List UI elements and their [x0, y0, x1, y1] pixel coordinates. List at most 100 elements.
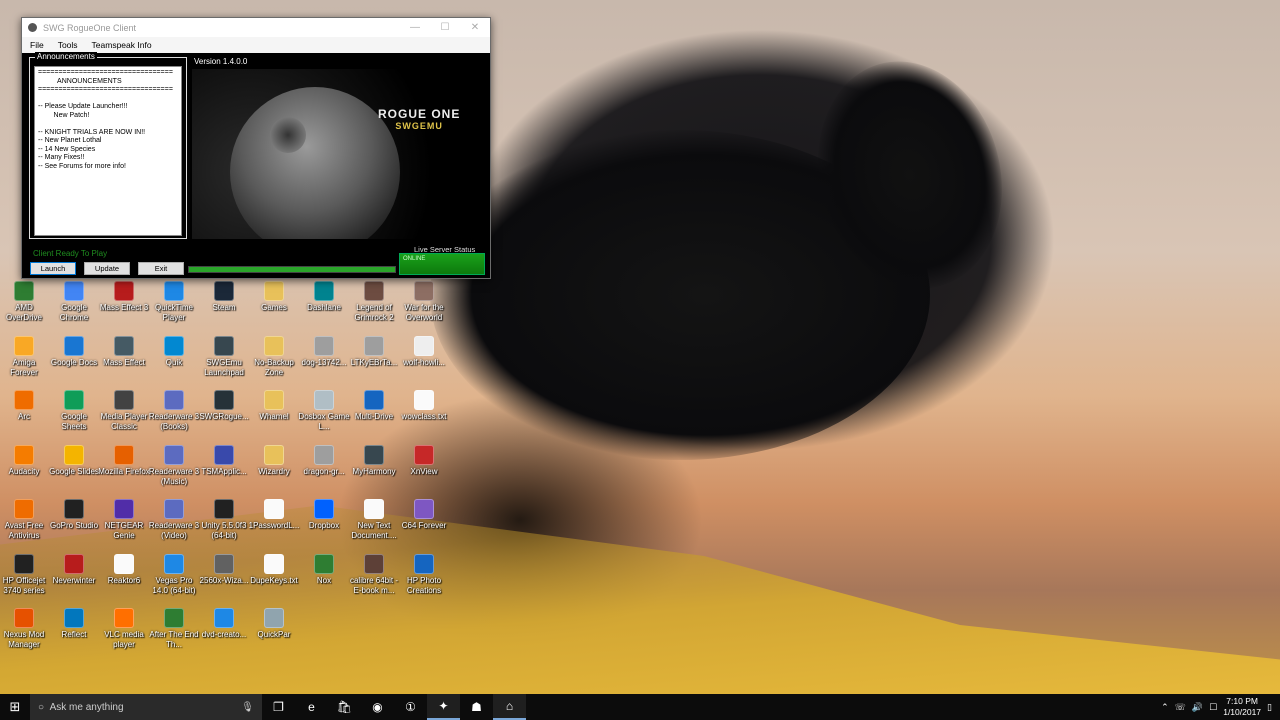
desktop-icon-unity-icon[interactable]: Unity 5.5.0f3 (64-bit) [198, 499, 250, 541]
windows-start-icon[interactable]: ⊞ [0, 694, 30, 720]
desktop-icon-steam-icon[interactable]: Steam [198, 281, 250, 313]
desktop-icon-label: AMD OverDrive [5, 303, 42, 322]
desktop-icon-quik-icon[interactable]: Quik [148, 335, 200, 368]
desktop-icon-folder-icon[interactable]: No-Backup Zone [248, 335, 300, 378]
menu-teamspeak-info[interactable]: Teamspeak Info [92, 40, 152, 50]
desktop-icon-label: Google Chrome [59, 303, 89, 322]
menu-tools[interactable]: Tools [58, 40, 78, 50]
desktop-icon-mass-effect-icon[interactable]: Mass Effect [98, 335, 150, 368]
game-taskbar-icon[interactable]: ☗ [460, 694, 493, 720]
desktop-icon-text-file-icon[interactable]: 1PasswordL... [248, 499, 300, 531]
desktop-icon-label: MyHarmony [352, 466, 396, 476]
menu-file[interactable]: File [30, 40, 44, 50]
desktop-icon-dropbox-icon[interactable]: Dropbox [298, 499, 350, 531]
desktop-icon-folder-icon[interactable]: Wizardry [248, 444, 300, 477]
desktop-icon-vegas-icon[interactable]: Vegas Pro 14.0 (64-bit) [148, 553, 200, 596]
desktop-icon-image-file-icon[interactable]: 2560x-Wiza... [198, 553, 250, 586]
desktop-icon-reaktor-icon[interactable]: Reaktor6 [98, 553, 150, 586]
desktop-icon-firefox-icon[interactable]: Mozilla Firefox [98, 444, 150, 477]
announcements-text[interactable]: ================================= ANNOUN… [34, 66, 182, 236]
desktop-icon-nox-icon[interactable]: Nox [298, 553, 350, 586]
desktop-icon-neverwinter-icon[interactable]: Neverwinter [48, 553, 100, 586]
desktop-icon-label: 1PasswordL... [248, 521, 300, 530]
desktop-icon-nexus-icon[interactable]: Nexus Mod Manager [0, 608, 50, 650]
desktop-icon-text-file-icon[interactable]: wowclass.txt [398, 390, 450, 422]
desktop-icon-readerware-icon[interactable]: Readerware 3 (Music) [148, 444, 200, 487]
desktop-icon-vlc-icon[interactable]: VLC media player [98, 608, 150, 650]
store-icon[interactable]: 🛍 [328, 694, 361, 720]
desktop-icon-label: SWGRogue... [199, 412, 249, 421]
search-box[interactable]: ○ Ask me anything 🎙 [30, 694, 262, 720]
desktop-icon-text-file-icon[interactable]: New Text Document.... [348, 499, 400, 541]
desktop-icon-multi-drive-icon[interactable]: Multi-Drive [348, 390, 400, 422]
desktop-icon-wftow-icon[interactable]: War for the Overworld [398, 281, 450, 323]
launcher-window[interactable]: SWG RogueOne Client — ☐ ✕ File Tools Tea… [21, 17, 491, 279]
desktop-icon-image-file-icon[interactable]: dragon-gr... [298, 444, 350, 477]
desktop-icon-dosbox-icon[interactable]: Dosbox Game L... [298, 390, 350, 432]
microphone-icon[interactable]: 🎙 [241, 702, 254, 713]
swgemu-taskbar-icon[interactable]: ✦ [427, 694, 460, 720]
edge-icon[interactable]: e [295, 694, 328, 720]
desktop-icon-dashlane-icon[interactable]: Dashlane [298, 281, 350, 313]
tray-action-center-icon[interactable]: ☐ [1209, 702, 1217, 713]
desktop-icon-xnview-icon[interactable]: XnView [398, 444, 450, 477]
desktop-icon-swgrogue-icon[interactable]: SWGRogue... [198, 390, 250, 422]
window-titlebar[interactable]: SWG RogueOne Client — ☐ ✕ [22, 18, 490, 37]
menubar: File Tools Teamspeak Info [22, 37, 490, 53]
desktop-icon-gopro-icon[interactable]: GoPro Studio [48, 499, 100, 531]
desktop-icon-amiga-icon[interactable]: Amiga Forever [0, 335, 50, 378]
desktop-icon-slides-icon[interactable]: Google Slides [48, 444, 100, 477]
minimize-button[interactable]: — [400, 22, 430, 33]
desktop-icon-audacity-icon[interactable]: Audacity [0, 444, 50, 477]
desktop-icon-netgear-icon[interactable]: NETGEAR Genie [98, 499, 150, 541]
desktop-icon-image-file-icon[interactable]: dog-13742... [298, 335, 350, 368]
desktop-icon-image-file-icon[interactable]: wolf-howli... [398, 335, 450, 368]
steam-icon [214, 281, 234, 301]
desktop-icon-hp-photo-icon[interactable]: HP Photo Creations [398, 553, 450, 596]
mpc-icon [114, 390, 134, 410]
desktop-icon-image-file-icon[interactable]: LTKyEBrTa... [348, 335, 400, 368]
desktop-icon-chrome-icon[interactable]: Google Chrome [48, 281, 100, 323]
exit-button[interactable]: Exit [138, 262, 184, 275]
chrome-taskbar-icon[interactable]: ◉ [361, 694, 394, 720]
desktop-icon-swgemu-icon[interactable]: SWGEmu Launchpad [198, 335, 250, 378]
tray-volume-icon[interactable]: 🔊 [1192, 702, 1203, 713]
desktop-icon-text-file-icon[interactable]: DupeKeys.txt [248, 553, 300, 586]
hp-photo-icon [414, 553, 434, 574]
desktop-icon-myharmony-icon[interactable]: MyHarmony [348, 444, 400, 477]
desktop-icon-after-the-end-icon[interactable]: After The End Th... [148, 608, 200, 650]
desktop-icon-folder-icon[interactable]: Games [248, 281, 300, 313]
desktop-icon-docs-icon[interactable]: Google Docs [48, 335, 100, 368]
desktop-icon-reflect-icon[interactable]: Reflect [48, 608, 100, 640]
desktop-icon-avast-icon[interactable]: Avast Free Antivirus [0, 499, 50, 541]
1password-taskbar-icon[interactable]: ① [394, 694, 427, 720]
desktop-icon-sheets-icon[interactable]: Google Sheets [48, 390, 100, 432]
desktop-icon-printer-icon[interactable]: HP Officejet 3740 series [0, 553, 50, 596]
progress-bar [188, 266, 396, 273]
desktop-icon-arc-icon[interactable]: Arc [0, 390, 50, 422]
desktop-icon-c64-icon[interactable]: C64 Forever [398, 499, 450, 531]
desktop-icon-grimrock-icon[interactable]: Legend of Grimrock 2 [348, 281, 400, 323]
launch-button[interactable]: Launch [30, 262, 76, 275]
desktop-icon-amd-icon[interactable]: AMD OverDrive [0, 281, 50, 323]
desktop-icon-quicktime-icon[interactable]: QuickTime Player [148, 281, 200, 323]
desktop-icon-folder-icon[interactable]: Whamel [248, 390, 300, 422]
update-button[interactable]: Update [84, 262, 130, 275]
desktop-icon-readerware-icon[interactable]: Readerware 3 (Video) [148, 499, 200, 541]
desktop-icon-readerware-icon[interactable]: Readerware 3 (Books) [148, 390, 200, 432]
desktop-icon-mpc-icon[interactable]: Media Player Classic [98, 390, 150, 432]
maximize-button[interactable]: ☐ [430, 22, 460, 33]
desktop-icon-tsm-icon[interactable]: TSMApplic... [198, 444, 250, 477]
launcher-taskbar-icon[interactable]: ⌂ [493, 694, 526, 720]
tray-chevron-icon[interactable]: ⌃ [1161, 702, 1169, 713]
close-button[interactable]: ✕ [460, 22, 490, 33]
desktop-icon-calibre-icon[interactable]: calibre 64bit - E-book m... [348, 553, 400, 596]
tray-network-icon[interactable]: ☏ [1175, 702, 1186, 713]
desktop-icon-quickpar-icon[interactable]: QuickPar [248, 608, 300, 640]
clock[interactable]: 7:10 PM 1/10/2017 [1223, 696, 1261, 718]
printer-icon [14, 553, 34, 574]
action-center-icon[interactable]: ▯ [1267, 702, 1272, 713]
task-view-icon[interactable]: ❐ [262, 694, 295, 720]
desktop-icon-mass-effect-3-icon[interactable]: Mass Effect 3 [98, 281, 150, 313]
desktop-icon-dvd-icon[interactable]: dvd-creato... [198, 608, 250, 640]
